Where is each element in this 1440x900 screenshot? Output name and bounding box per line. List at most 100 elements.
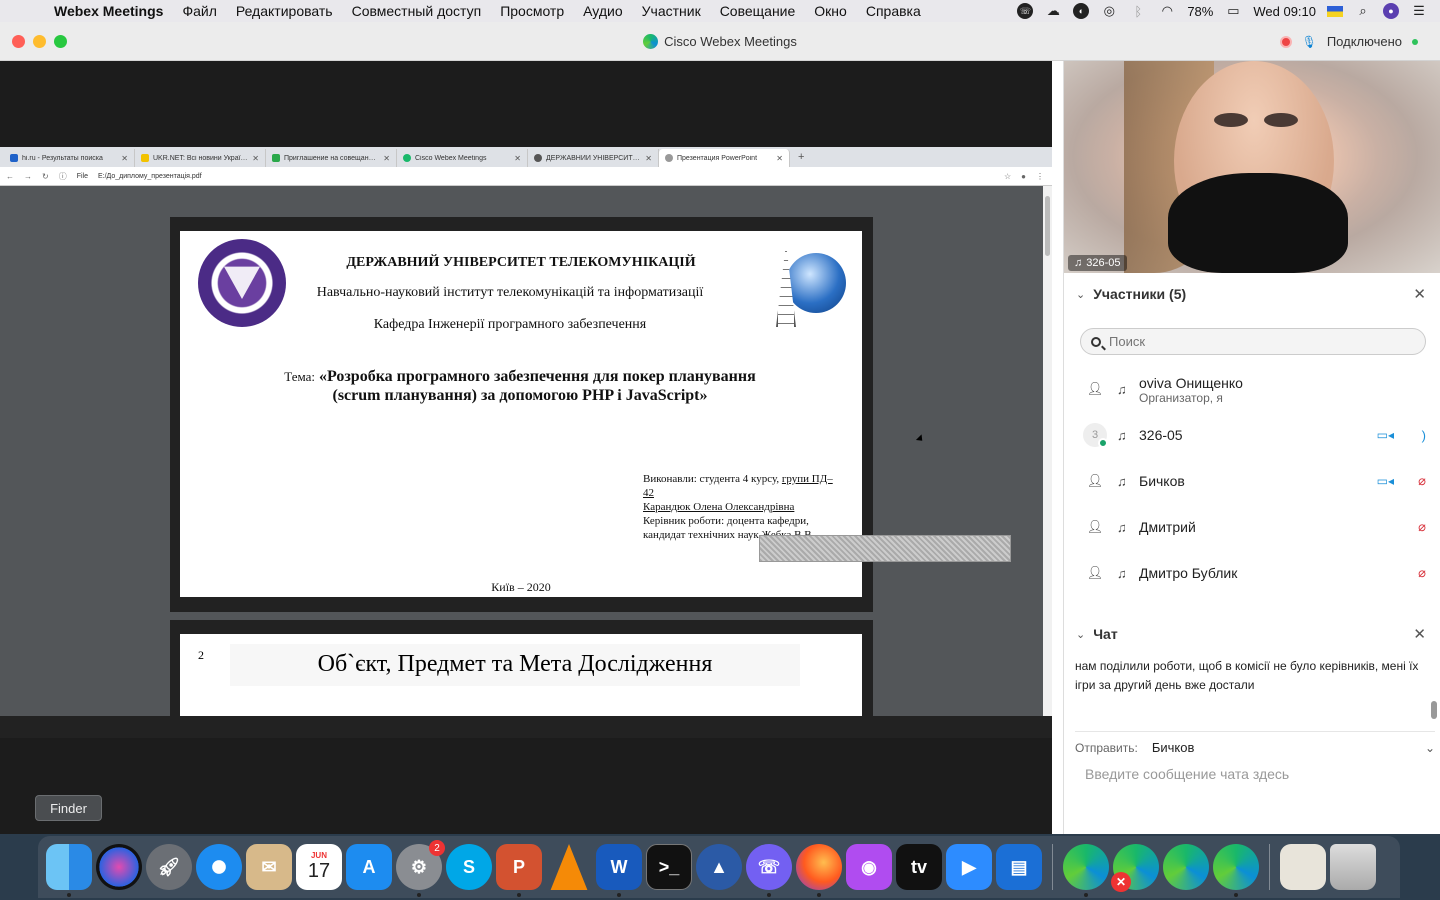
browser-tab-active[interactable]: Презентация PowerPoint ✕ bbox=[659, 149, 790, 167]
webex-error-icon[interactable]: ✕ bbox=[1111, 844, 1159, 892]
app-store-icon[interactable]: A bbox=[346, 844, 392, 890]
close-tab-icon[interactable]: ✕ bbox=[383, 154, 390, 163]
finder-icon[interactable] bbox=[46, 844, 92, 897]
close-tab-icon[interactable]: ✕ bbox=[645, 154, 652, 163]
mail-icon[interactable]: ✉ bbox=[246, 844, 292, 890]
viber-tray-icon[interactable]: ☏ bbox=[1017, 3, 1034, 19]
video-camera-icon[interactable]: ▭◂ bbox=[1377, 428, 1394, 442]
folder-app-icon[interactable]: ▤ bbox=[996, 844, 1042, 890]
chevron-down-icon[interactable]: ⌄ bbox=[1425, 741, 1435, 755]
pdf-viewer[interactable]: ДЕРЖАВНИЙ УНІВЕРСИТЕТ ТЕЛЕКОМУНІКАЦІЙ На… bbox=[0, 186, 1043, 716]
webex-tray-icon[interactable]: ◐ bbox=[1073, 3, 1090, 19]
chevron-down-icon[interactable]: ⌄ bbox=[1076, 628, 1085, 641]
siri-icon[interactable] bbox=[96, 844, 142, 890]
skype-icon[interactable]: S bbox=[446, 844, 492, 890]
chat-scrollbar[interactable] bbox=[1430, 661, 1438, 721]
menu-meeting[interactable]: Совещание bbox=[720, 3, 796, 19]
participants-header[interactable]: ⌄ Участники (5) ✕ bbox=[1064, 279, 1440, 309]
zoom-icon[interactable]: ▶ bbox=[946, 844, 992, 890]
bluetooth-icon[interactable]: ᛒ bbox=[1129, 3, 1147, 19]
back-icon[interactable]: ← bbox=[6, 172, 14, 181]
chat-header[interactable]: ⌄ Чат ✕ bbox=[1064, 619, 1440, 649]
close-tab-icon[interactable]: ✕ bbox=[252, 154, 259, 163]
webex-assistant-icon[interactable] bbox=[1213, 844, 1259, 897]
webex-teams-icon[interactable] bbox=[1163, 844, 1209, 890]
profile-icon[interactable]: ● bbox=[1021, 172, 1026, 181]
close-tab-icon[interactable]: ✕ bbox=[776, 154, 783, 163]
participant-search-input[interactable] bbox=[1109, 334, 1409, 349]
wifi-icon[interactable]: ◠ bbox=[1158, 3, 1176, 19]
terminal-icon[interactable]: >_ bbox=[646, 844, 692, 890]
menu-participant[interactable]: Участник bbox=[642, 3, 701, 19]
participant-row[interactable]: 👤︎ ♫ Дмитрий ⌀ bbox=[1064, 507, 1440, 547]
screen-share-icon[interactable]: ◎ bbox=[1100, 3, 1118, 19]
siri-icon[interactable]: ● bbox=[1383, 3, 1399, 19]
powerpoint-icon[interactable]: P bbox=[496, 844, 542, 897]
menu-app-name[interactable]: Webex Meetings bbox=[54, 3, 163, 19]
participant-row[interactable]: 3 ♫ 326-05 ▭◂ ) bbox=[1064, 415, 1440, 455]
menu-view[interactable]: Просмотр bbox=[500, 3, 564, 19]
new-tab-icon[interactable]: + bbox=[798, 151, 804, 163]
calendar-icon[interactable]: JUN 17 bbox=[296, 844, 342, 890]
info-icon[interactable]: ⓘ bbox=[59, 171, 67, 182]
mic-status-icon[interactable]: 🎙︎ bbox=[1302, 35, 1317, 49]
close-chat-icon[interactable]: ✕ bbox=[1413, 625, 1426, 643]
clock[interactable]: Wed 09:10 bbox=[1253, 4, 1316, 19]
browser-tab[interactable]: Cisco Webex Meetings ✕ bbox=[397, 149, 528, 167]
chat-scrollbar-thumb[interactable] bbox=[1431, 701, 1437, 719]
forward-icon[interactable]: → bbox=[24, 172, 32, 181]
send-to-selector[interactable]: Отправить: Бичков ⌄ bbox=[1075, 731, 1435, 755]
chat-input[interactable] bbox=[1085, 763, 1425, 785]
webex-meetings-icon[interactable] bbox=[1063, 844, 1109, 897]
reload-icon[interactable]: ↻ bbox=[42, 172, 49, 181]
vlc-icon[interactable] bbox=[550, 844, 588, 890]
close-tab-icon[interactable]: ✕ bbox=[121, 154, 128, 163]
cloud-upload-icon[interactable]: ☁ bbox=[1044, 3, 1062, 19]
browser-tab[interactable]: hi.ru - Результаты поиска ✕ bbox=[4, 149, 135, 167]
participant-row[interactable]: 👤︎ ♫ Бичков ▭◂ ⌀ bbox=[1064, 461, 1440, 501]
downloads-stack-icon[interactable] bbox=[1280, 844, 1326, 890]
safari-icon[interactable] bbox=[196, 844, 242, 890]
podcasts-icon[interactable]: ◉ bbox=[846, 844, 892, 890]
launchpad-icon[interactable]: 🚀︎ bbox=[146, 844, 192, 890]
input-source-flag-icon[interactable] bbox=[1327, 5, 1343, 17]
mic-muted-icon[interactable]: ⌀ bbox=[1418, 473, 1426, 489]
recording-icon[interactable] bbox=[1279, 35, 1292, 48]
spotlight-search-icon[interactable]: ⌕ bbox=[1354, 3, 1372, 19]
menu-window[interactable]: Окно bbox=[814, 3, 847, 19]
system-preferences-icon[interactable]: ⚙ 2 bbox=[396, 840, 445, 897]
browser-tab[interactable]: ДЕРЖАВНИЙ УНІВЕРСИТЕТ ТЕЛ✕ bbox=[528, 149, 659, 167]
trash-icon[interactable] bbox=[1330, 844, 1376, 890]
close-participants-icon[interactable]: ✕ bbox=[1413, 285, 1426, 303]
apple-tv-icon[interactable]: tv bbox=[896, 844, 942, 890]
browser-tab[interactable]: UKR.NET: Всі новини України, с ✕ bbox=[135, 149, 266, 167]
mic-muted-icon[interactable]: ⌀ bbox=[1418, 565, 1426, 581]
mic-active-icon[interactable]: ) bbox=[1422, 428, 1426, 443]
shared-browser-window: hi.ru - Результаты поиска ✕ UKR.NET: Всі … bbox=[0, 147, 1052, 716]
menu-audio[interactable]: Аудио bbox=[583, 3, 623, 19]
mountain-app-icon[interactable]: ▲ bbox=[696, 844, 742, 890]
browser-menu-icon[interactable]: ⋮ bbox=[1036, 172, 1044, 181]
close-tab-icon[interactable]: ✕ bbox=[514, 154, 521, 163]
participant-video[interactable]: ♫ 326-05 bbox=[1064, 61, 1440, 273]
viber-icon[interactable]: ☏ bbox=[746, 844, 792, 897]
video-camera-icon[interactable]: ▭◂ bbox=[1377, 474, 1394, 488]
mic-muted-icon[interactable]: ⌀ bbox=[1418, 519, 1426, 535]
word-icon[interactable]: W bbox=[596, 844, 642, 897]
participant-row[interactable]: 👤︎ ♫ oviva Онищенко Организатор, я bbox=[1064, 369, 1440, 409]
battery-icon[interactable]: ▭ bbox=[1224, 3, 1242, 19]
participant-row[interactable]: 👤︎ ♫ Дмитро Бублик ⌀ bbox=[1064, 553, 1440, 593]
person-icon: 👤︎ bbox=[1086, 473, 1104, 488]
firefox-icon[interactable] bbox=[796, 844, 842, 897]
pdf-scrollbar-thumb[interactable] bbox=[1045, 196, 1050, 256]
chevron-down-icon[interactable]: ⌄ bbox=[1076, 288, 1085, 301]
browser-tab[interactable]: Приглашение на совещание W ✕ bbox=[266, 149, 397, 167]
url-text[interactable]: E:/До_диплому_презентація.pdf bbox=[98, 173, 994, 180]
control-center-icon[interactable]: ☰ bbox=[1410, 3, 1428, 19]
menu-file[interactable]: Файл bbox=[182, 3, 216, 19]
pdf-scrollbar[interactable] bbox=[1043, 186, 1052, 716]
menu-sharing[interactable]: Совместный доступ bbox=[352, 3, 482, 19]
bookmark-star-icon[interactable]: ☆ bbox=[1004, 172, 1011, 181]
menu-edit[interactable]: Редактировать bbox=[236, 3, 333, 19]
menu-help[interactable]: Справка bbox=[866, 3, 921, 19]
